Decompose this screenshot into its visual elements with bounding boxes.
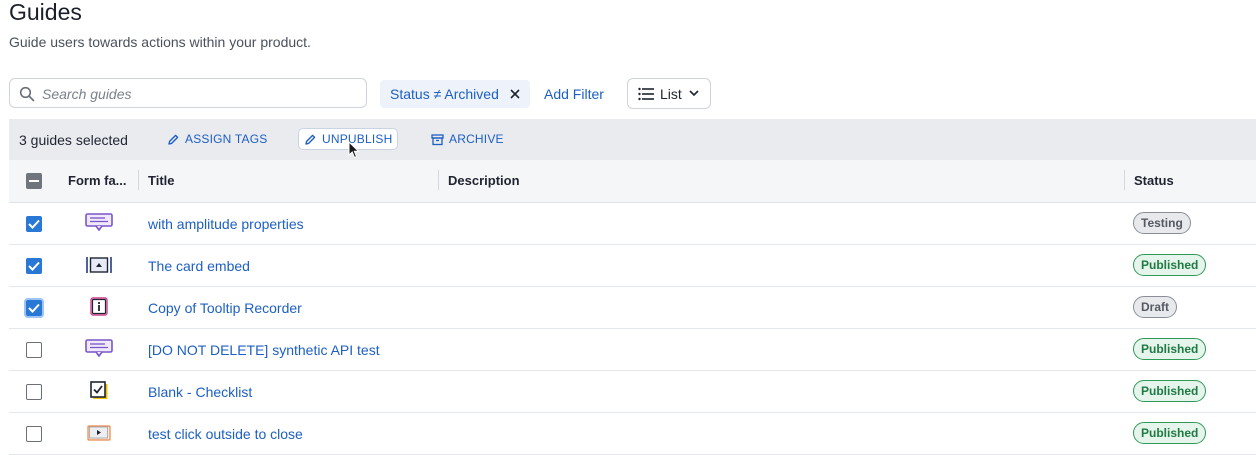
video-modal-icon <box>85 422 113 444</box>
guide-title-link[interactable]: [DO NOT DELETE] synthetic API test <box>148 342 380 358</box>
guides-table: Form fa... Title Description Status with… <box>9 160 1256 455</box>
table-row[interactable]: [DO NOT DELETE] synthetic API test Publis… <box>9 329 1256 371</box>
status-badge: Published <box>1133 422 1207 444</box>
list-icon <box>638 87 654 101</box>
table-row[interactable]: with amplitude properties Testing <box>9 203 1256 245</box>
pencil-icon <box>305 134 316 145</box>
bulk-action-bar: 3 guides selected ASSIGN TAGS UNPUBLISH … <box>9 119 1256 160</box>
status-badge: Draft <box>1133 296 1178 318</box>
column-divider[interactable] <box>138 170 139 190</box>
pencil-icon <box>168 134 179 145</box>
archive-button[interactable]: ARCHIVE <box>431 128 504 150</box>
status-badge: Testing <box>1133 212 1191 234</box>
column-header-title[interactable]: Title <box>148 173 175 188</box>
row-checkbox[interactable] <box>26 342 42 358</box>
row-checkbox[interactable] <box>26 216 42 232</box>
banner-speech-icon <box>85 212 113 234</box>
status-filter-label: Status ≠ Archived <box>390 86 499 102</box>
status-filter-chip[interactable]: Status ≠ Archived <box>380 80 530 108</box>
row-checkbox[interactable] <box>26 384 42 400</box>
table-header: Form fa... Title Description Status <box>9 160 1256 203</box>
search-placeholder: Search guides <box>42 86 132 102</box>
column-divider[interactable] <box>1124 170 1125 190</box>
guide-title-link[interactable]: Copy of Tooltip Recorder <box>148 300 302 316</box>
status-badge: Published <box>1133 338 1207 360</box>
banner-speech-icon <box>85 338 113 360</box>
search-input[interactable]: Search guides <box>9 78 367 108</box>
guide-title-link[interactable]: Blank - Checklist <box>148 384 252 400</box>
page-subtitle: Guide users towards actions within your … <box>9 34 311 50</box>
table-row[interactable]: Blank - Checklist Published <box>9 371 1256 413</box>
mouse-cursor-icon <box>348 141 360 159</box>
checklist-icon <box>85 380 113 402</box>
search-icon <box>19 86 35 102</box>
table-row[interactable]: The card embed Published <box>9 245 1256 287</box>
view-select-label: List <box>660 86 682 102</box>
assign-tags-label: ASSIGN TAGS <box>185 132 268 146</box>
guide-title-link[interactable]: with amplitude properties <box>148 216 304 232</box>
tooltip-info-icon <box>85 296 113 318</box>
select-all-checkbox[interactable] <box>26 173 42 189</box>
row-checkbox[interactable] <box>26 258 42 274</box>
archive-label: ARCHIVE <box>449 132 504 146</box>
row-checkbox[interactable] <box>26 426 42 442</box>
page-title: Guides <box>9 0 82 25</box>
card-embed-icon <box>85 254 113 276</box>
guide-title-link[interactable]: The card embed <box>148 258 250 274</box>
status-badge: Published <box>1133 254 1207 276</box>
column-header-status[interactable]: Status <box>1134 173 1174 188</box>
row-checkbox[interactable] <box>26 300 42 316</box>
table-row[interactable]: test click outside to close Published <box>9 413 1256 455</box>
archive-icon <box>431 133 444 145</box>
add-filter-button[interactable]: Add Filter <box>544 86 604 102</box>
selected-count: 3 guides selected <box>19 132 128 148</box>
table-row[interactable]: Copy of Tooltip Recorder Draft <box>9 287 1256 329</box>
column-header-description[interactable]: Description <box>448 173 520 188</box>
guide-title-link[interactable]: test click outside to close <box>148 426 303 442</box>
view-select[interactable]: List <box>627 78 711 109</box>
chevron-down-icon <box>689 90 699 97</box>
column-divider[interactable] <box>438 170 439 190</box>
column-header-form-factor[interactable]: Form fa... <box>68 173 127 188</box>
assign-tags-button[interactable]: ASSIGN TAGS <box>167 128 267 150</box>
status-badge: Published <box>1133 380 1207 402</box>
close-icon[interactable] <box>508 87 522 101</box>
